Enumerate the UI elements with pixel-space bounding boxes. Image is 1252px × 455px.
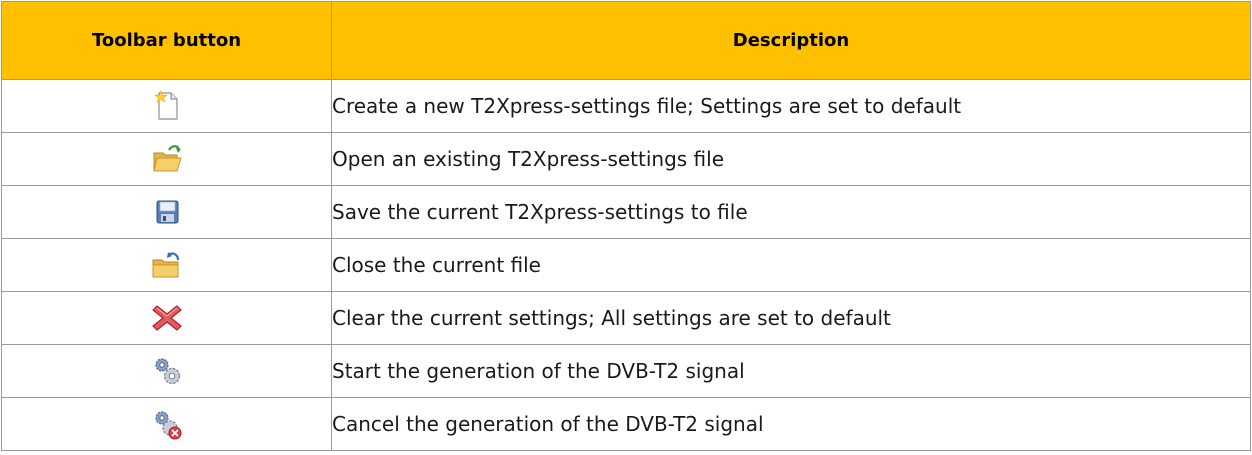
toolbar-buttons-table: Toolbar button Description Create a new … (1, 1, 1251, 451)
clear-x-icon[interactable] (151, 302, 183, 334)
close-folder-icon[interactable] (151, 249, 183, 281)
save-disk-icon[interactable] (151, 196, 183, 228)
open-folder-icon[interactable] (151, 143, 183, 175)
icon-cell (1, 397, 332, 451)
description-cell: Create a new T2Xpress-settings file; Set… (331, 79, 1251, 133)
table-row: Create a new T2Xpress-settings file; Set… (1, 79, 1251, 133)
description-cell: Save the current T2Xpress-settings to fi… (331, 185, 1251, 239)
gears-start-icon[interactable] (151, 355, 183, 387)
icon-cell (1, 185, 332, 239)
description-cell: Clear the current settings; All settings… (331, 291, 1251, 345)
icon-cell (1, 238, 332, 292)
table-row: Close the current file (1, 238, 1251, 292)
table-row: Open an existing T2Xpress-settings file (1, 132, 1251, 186)
table-row: Start the generation of the DVB-T2 signa… (1, 344, 1251, 398)
description-cell: Start the generation of the DVB-T2 signa… (331, 344, 1251, 398)
table-row: Cancel the generation of the DVB-T2 sign… (1, 397, 1251, 451)
icon-cell (1, 291, 332, 345)
page: Toolbar button Description Create a new … (0, 0, 1252, 455)
gears-cancel-icon[interactable] (151, 408, 183, 440)
header-description: Description (331, 1, 1251, 80)
icon-cell (1, 344, 332, 398)
table-row: Clear the current settings; All settings… (1, 291, 1251, 345)
description-cell: Open an existing T2Xpress-settings file (331, 132, 1251, 186)
header-toolbar-button: Toolbar button (1, 1, 332, 80)
description-cell: Close the current file (331, 238, 1251, 292)
table-row: Save the current T2Xpress-settings to fi… (1, 185, 1251, 239)
table-header-row: Toolbar button Description (1, 1, 1251, 80)
icon-cell (1, 132, 332, 186)
new-file-icon[interactable] (151, 90, 183, 122)
description-cell: Cancel the generation of the DVB-T2 sign… (331, 397, 1251, 451)
icon-cell (1, 79, 332, 133)
